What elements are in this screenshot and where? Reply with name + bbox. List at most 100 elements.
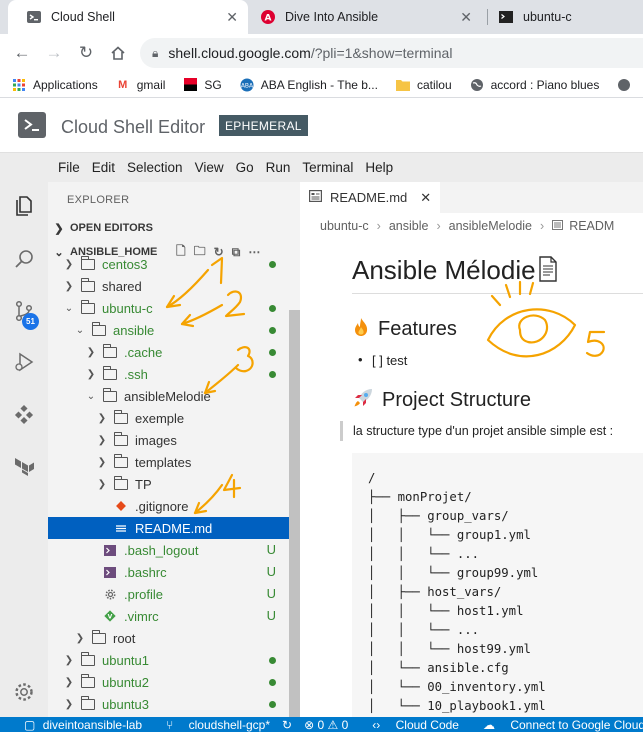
- menu-go[interactable]: Go: [236, 160, 254, 175]
- tree-item[interactable]: ❯ ubuntu1: [48, 649, 290, 671]
- sync-icon[interactable]: ↻: [282, 718, 292, 732]
- tree-item[interactable]: ⌄ ubuntu-c: [48, 297, 290, 319]
- tree-item-label: README.md: [135, 520, 213, 536]
- breadcrumb: ubuntu-c › ansible › ansibleMelodie › READM: [300, 213, 643, 239]
- tree-item[interactable]: ⌄ ansible: [48, 319, 290, 341]
- close-tab-icon[interactable]: ✕: [460, 9, 472, 26]
- menu-terminal[interactable]: Terminal: [302, 160, 353, 175]
- browser-tab-cloud-shell[interactable]: Cloud Shell ✕: [8, 0, 248, 34]
- tree-item-label: .profile: [124, 586, 164, 602]
- problems-indicator[interactable]: ⊗ 0 ⚠ 0: [304, 718, 348, 732]
- untracked-badge: U: [266, 542, 276, 557]
- modified-dot: [269, 701, 276, 708]
- browser-tab-ubuntu-c[interactable]: ubuntu-c: [480, 0, 643, 34]
- chevron-right-icon: ❯: [97, 434, 107, 446]
- folder-icon: [91, 629, 107, 645]
- bookmark-globe[interactable]: [617, 78, 638, 92]
- lock-icon: 🔒︎: [152, 45, 159, 60]
- apps-grid-icon: [12, 78, 26, 92]
- svg-text:V: V: [108, 613, 113, 620]
- chevron-right-icon: ❯: [86, 368, 96, 380]
- tree-item[interactable]: ⌄ ansibleMelodie: [48, 385, 290, 407]
- code-line: │ └── 10_playbook1.yml: [368, 699, 546, 713]
- git-branch[interactable]: ⑂ cloudshell-gcp*: [154, 718, 270, 732]
- close-tab-icon[interactable]: ✕: [420, 190, 431, 206]
- fire-icon: [352, 317, 370, 342]
- sidebar-scrollbar[interactable]: [289, 310, 300, 717]
- tree-item[interactable]: README.md: [48, 517, 290, 539]
- tree-item[interactable]: .bash_logout U: [48, 539, 290, 561]
- terraform-icon[interactable]: [9, 451, 39, 481]
- tree-item[interactable]: ❯ TP: [48, 473, 290, 495]
- cloud-code-indicator[interactable]: ‹› Cloud Code: [360, 718, 459, 732]
- tree-item[interactable]: .gitignore: [48, 495, 290, 517]
- tree-item[interactable]: ❯ ubuntu3: [48, 693, 290, 715]
- reload-icon[interactable]: ↻: [74, 41, 98, 65]
- code-line: │ │ └── ...: [368, 623, 480, 637]
- markdown-icon: [113, 522, 129, 535]
- forward-arrow-icon[interactable]: →: [42, 41, 66, 65]
- tree-item-label: .ssh: [124, 366, 148, 382]
- bookmark-catilou[interactable]: catilou: [395, 78, 452, 92]
- menu-bar: File Edit Selection View Go Run Terminal…: [48, 153, 643, 182]
- home-icon[interactable]: [106, 41, 130, 65]
- explorer-files-icon[interactable]: [9, 191, 39, 221]
- run-debug-icon[interactable]: [9, 347, 39, 377]
- bookmark-aba-english[interactable]: ABA ABA English - The b...: [240, 78, 378, 92]
- extensions-icon[interactable]: [9, 400, 39, 430]
- tree-item[interactable]: .bashrc U: [48, 561, 290, 583]
- tree-item[interactable]: ❯ root: [48, 627, 290, 649]
- tree-item[interactable]: ❯ shared: [48, 275, 290, 297]
- tree-item[interactable]: V .vimrc U: [48, 605, 290, 627]
- bookmark-applications[interactable]: Applications: [12, 78, 98, 92]
- editor-tab-bar: README.md ✕: [300, 182, 643, 213]
- tree-item[interactable]: ❯ .cache: [48, 341, 290, 363]
- tree-item[interactable]: ❯ .ssh: [48, 363, 290, 385]
- preview-icon: [552, 219, 564, 233]
- tree-item-label: .bash_logout: [124, 542, 199, 558]
- breadcrumb-item[interactable]: ansibleMelodie: [449, 219, 532, 233]
- connect-gcloud-indicator[interactable]: ☁︎ Connect to Google Cloud: [471, 718, 643, 732]
- settings-gear-icon[interactable]: [9, 677, 39, 707]
- menu-edit[interactable]: Edit: [92, 160, 115, 175]
- close-tab-icon[interactable]: ✕: [226, 9, 238, 26]
- menu-view[interactable]: View: [195, 160, 224, 175]
- folder-icon: [80, 673, 96, 689]
- menu-run[interactable]: Run: [266, 160, 291, 175]
- tree-item[interactable]: ❯ ubuntu2: [48, 671, 290, 693]
- chevron-down-icon: ⌄: [86, 390, 96, 402]
- browser-tab-dive-into-ansible[interactable]: A Dive Into Ansible ✕: [242, 0, 482, 34]
- chevron-right-icon: ❯: [64, 654, 74, 666]
- breadcrumb-item[interactable]: ansible: [389, 219, 429, 233]
- bookmark-gmail[interactable]: Mgmail: [116, 78, 165, 92]
- bookmark-accord[interactable]: accord : Piano blues: [470, 78, 599, 92]
- sg-logo-icon: [183, 78, 197, 92]
- address-bar[interactable]: 🔒︎ shell.cloud.google.com/?pli=1&show=te…: [140, 38, 643, 68]
- editor-tab-readme[interactable]: README.md ✕: [300, 182, 440, 213]
- open-editors-section[interactable]: ❯ OPEN EDITORS: [48, 217, 300, 239]
- remote-indicator[interactable]: ▢ diveintoansible-lab: [12, 718, 142, 732]
- menu-help[interactable]: Help: [365, 160, 393, 175]
- bookmark-sg[interactable]: SG: [183, 78, 222, 92]
- chevron-right-icon: ❯: [64, 258, 74, 270]
- code-line: │ ├── group_vars/: [368, 509, 509, 523]
- menu-selection[interactable]: Selection: [127, 160, 183, 175]
- menu-file[interactable]: File: [58, 160, 80, 175]
- breadcrumb-item[interactable]: ubuntu-c: [320, 219, 369, 233]
- tree-item[interactable]: ❯ exemple: [48, 407, 290, 429]
- tree-item-label: ubuntu2: [102, 674, 149, 690]
- explorer-header: EXPLORER: [67, 194, 130, 206]
- tree-item[interactable]: .profile U: [48, 583, 290, 605]
- search-icon[interactable]: [9, 244, 39, 274]
- tree-item[interactable]: ❯ centos3: [48, 253, 290, 275]
- page-facing-up-icon: [538, 256, 558, 289]
- cloud-code-icon: ‹›: [372, 717, 381, 732]
- tree-item[interactable]: ❯ templates: [48, 451, 290, 473]
- breadcrumb-item[interactable]: READM: [569, 219, 614, 233]
- globe-icon: [617, 78, 631, 92]
- tree-item[interactable]: ❯ images: [48, 429, 290, 451]
- back-arrow-icon[interactable]: ←: [10, 41, 34, 65]
- tree-item-label: .gitignore: [135, 498, 189, 514]
- tree-item-label: centos3: [102, 256, 148, 272]
- tree-item-label: .bashrc: [124, 564, 167, 580]
